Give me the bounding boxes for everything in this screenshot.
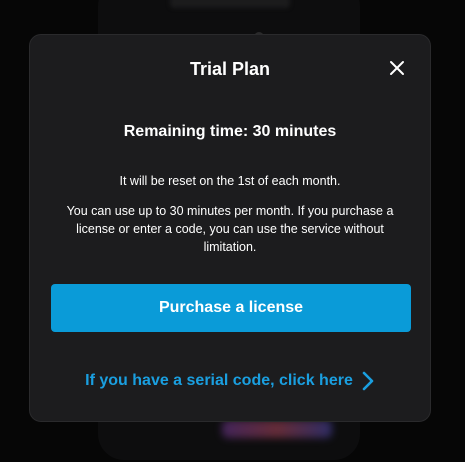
usage-note: You can use up to 30 minutes per month. … [66,204,394,254]
background-heading [170,0,290,8]
close-icon [390,61,404,75]
purchase-license-button[interactable]: Purchase a license [51,284,411,332]
background-gradient-bar [222,420,332,438]
serial-code-link[interactable]: If you have a serial code, click here [30,369,430,393]
chevron-right-icon [362,371,374,391]
close-button[interactable] [388,59,406,77]
dialog-title: Trial Plan [189,59,271,79]
reset-note: It will be reset on the 1st of each mont… [119,174,341,188]
remaining-time: Remaining time: 30 minutes [123,123,337,140]
trial-plan-dialog: Trial Plan Remaining time: 30 minutes It… [29,34,431,422]
serial-code-link-label: If you have a serial code, click here [85,372,353,389]
